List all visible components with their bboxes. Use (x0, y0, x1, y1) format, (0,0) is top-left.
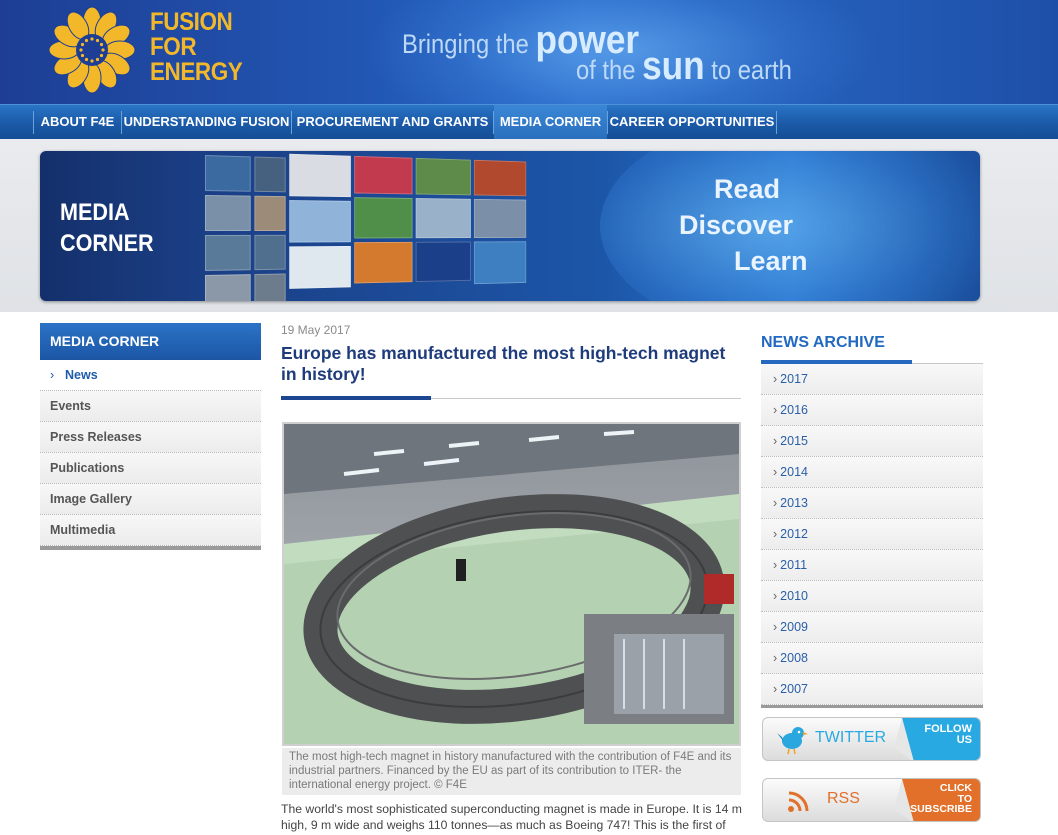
archive-year-label: 2016 (780, 403, 808, 417)
article-date: 19 May 2017 (281, 323, 351, 337)
banner-area: MEDIA CORNER Read Discover Learn (0, 139, 1058, 312)
nav-item-understanding-fusion[interactable]: UNDERSTANDING FUSION (122, 105, 291, 140)
chevron-right-icon: › (773, 372, 778, 386)
nav-item-media-corner[interactable]: MEDIA CORNER (494, 105, 607, 140)
sidebar-item-news[interactable]: › News (40, 360, 261, 391)
sidebar-item-image-gallery[interactable]: Image Gallery (40, 484, 261, 515)
archive-year-2011[interactable]: › 2011 (761, 550, 983, 581)
slogan-word: of the (576, 55, 636, 85)
sidebar: MEDIA CORNER › News Events Press Release… (40, 323, 261, 550)
site-header: FUSION FOR ENERGY Bringing the power of … (0, 0, 1058, 104)
media-tiles-image (205, 151, 539, 301)
headline-divider (281, 396, 741, 400)
chevron-right-icon: › (773, 403, 778, 417)
banner-word: Learn (734, 246, 808, 276)
chevron-right-icon: › (773, 682, 778, 696)
archive-year-2016[interactable]: › 2016 (761, 395, 983, 426)
chevron-right-icon: › (773, 558, 778, 572)
archive-year-label: 2011 (780, 558, 808, 572)
article-photo-magnet[interactable] (282, 422, 741, 746)
chevron-right-icon: › (773, 527, 778, 541)
logo-wordmark[interactable]: FUSION FOR ENERGY (150, 8, 243, 86)
rss-corner-text: CLICK TO SUBSCRIBE (910, 783, 972, 815)
magnet-photo-image (284, 424, 739, 744)
main-nav: ABOUT F4E UNDERSTANDING FUSION PROCUREME… (0, 104, 1058, 140)
banner-title-line: CORNER (60, 230, 154, 257)
archive-year-label: 2014 (780, 465, 808, 479)
corner-text-line: US (956, 734, 972, 746)
bird-icon (777, 727, 808, 755)
archive-year-2008[interactable]: › 2008 (761, 643, 983, 674)
slogan-word: to earth (711, 55, 792, 85)
logo-line: FUSION (150, 8, 233, 36)
archive-year-label: 2009 (780, 620, 808, 634)
article: 19 May 2017 Europe has manufactured the … (281, 323, 741, 400)
banner-title: MEDIA CORNER (60, 197, 154, 259)
corner-text-line: CLICK (939, 782, 972, 794)
sidebar-item-press-releases[interactable]: Press Releases (40, 422, 261, 453)
archive-year-label: 2008 (780, 651, 808, 665)
fusion-for-energy-logo-icon[interactable] (46, 6, 138, 94)
archive-year-2014[interactable]: › 2014 (761, 457, 983, 488)
article-body: The world's most sophisticated supercond… (281, 802, 742, 832)
archive-year-label: 2015 (780, 434, 808, 448)
chevron-right-icon: › (773, 620, 778, 634)
chevron-right-icon: › (773, 651, 778, 665)
chevron-right-icon: › (773, 434, 778, 448)
sidebar-item-label: News (65, 368, 98, 382)
twitter-label: TWITTER (815, 729, 887, 746)
logo-line: ENERGY (150, 58, 243, 86)
banner-word: Discover (679, 210, 794, 240)
archive-title-underline (761, 360, 983, 364)
header-slogan: Bringing the power of the sun to earth (402, 14, 832, 88)
nav-item-procurement-and-grants[interactable]: PROCUREMENT AND GRANTS (292, 105, 493, 140)
sidebar-title: MEDIA CORNER (40, 323, 261, 360)
slogan-word: the (495, 29, 529, 59)
rss-subscribe-button[interactable]: RSS CLICK TO SUBSCRIBE (762, 778, 981, 822)
archive-year-2017[interactable]: › 2017 (761, 364, 983, 395)
banner-title-line: MEDIA (60, 199, 130, 226)
chevron-right-icon: › (773, 496, 778, 510)
rss-label: RSS (827, 790, 860, 807)
media-corner-banner: MEDIA CORNER Read Discover Learn (40, 151, 980, 301)
archive-year-label: 2013 (780, 496, 808, 510)
archive-year-2012[interactable]: › 2012 (761, 519, 983, 550)
nav-separator (776, 111, 777, 134)
chevron-right-icon: › (50, 368, 55, 382)
archive-year-2013[interactable]: › 2013 (761, 488, 983, 519)
archive-year-2007[interactable]: › 2007 (761, 674, 983, 705)
rss-icon (788, 791, 809, 812)
nav-item-about-f4e[interactable]: ABOUT F4E (34, 105, 121, 140)
chevron-right-icon: › (773, 589, 778, 603)
news-archive: NEWS ARCHIVE › 2017 › 2016 › 2015 › 2014 › 20… (761, 323, 983, 708)
twitter-follow-button[interactable]: TWITTER FOLLOW US (762, 717, 981, 761)
logo-line: FOR (150, 33, 197, 61)
nav-item-career-opportunities[interactable]: CAREER OPPORTUNITIES (608, 105, 776, 140)
archive-year-2009[interactable]: › 2009 (761, 612, 983, 643)
sidebar-item-multimedia[interactable]: Multimedia (40, 515, 261, 546)
sidebar-item-events[interactable]: Events (40, 391, 261, 422)
archive-year-label: 2017 (780, 372, 808, 386)
archive-year-label: 2012 (780, 527, 808, 541)
sidebar-bottom-border (40, 546, 261, 550)
slogan-word-emphasis: sun (642, 44, 705, 88)
slogan-word: Bringing (402, 29, 490, 59)
corner-text-line: SUBSCRIBE (910, 803, 972, 815)
photo-caption: The most high-tech magnet in history man… (282, 748, 741, 795)
archive-year-2015[interactable]: › 2015 (761, 426, 983, 457)
archive-year-label: 2007 (780, 682, 808, 696)
twitter-corner-text: FOLLOW US (924, 724, 972, 746)
banner-word: Read (714, 174, 781, 204)
archive-title: NEWS ARCHIVE (761, 334, 885, 351)
sidebar-item-publications[interactable]: Publications (40, 453, 261, 484)
archive-year-2010[interactable]: › 2010 (761, 581, 983, 612)
chevron-right-icon: › (773, 465, 778, 479)
archive-year-label: 2010 (780, 589, 808, 603)
archive-bottom-border (761, 705, 983, 708)
article-headline: Europe has manufactured the most high-te… (281, 343, 726, 384)
